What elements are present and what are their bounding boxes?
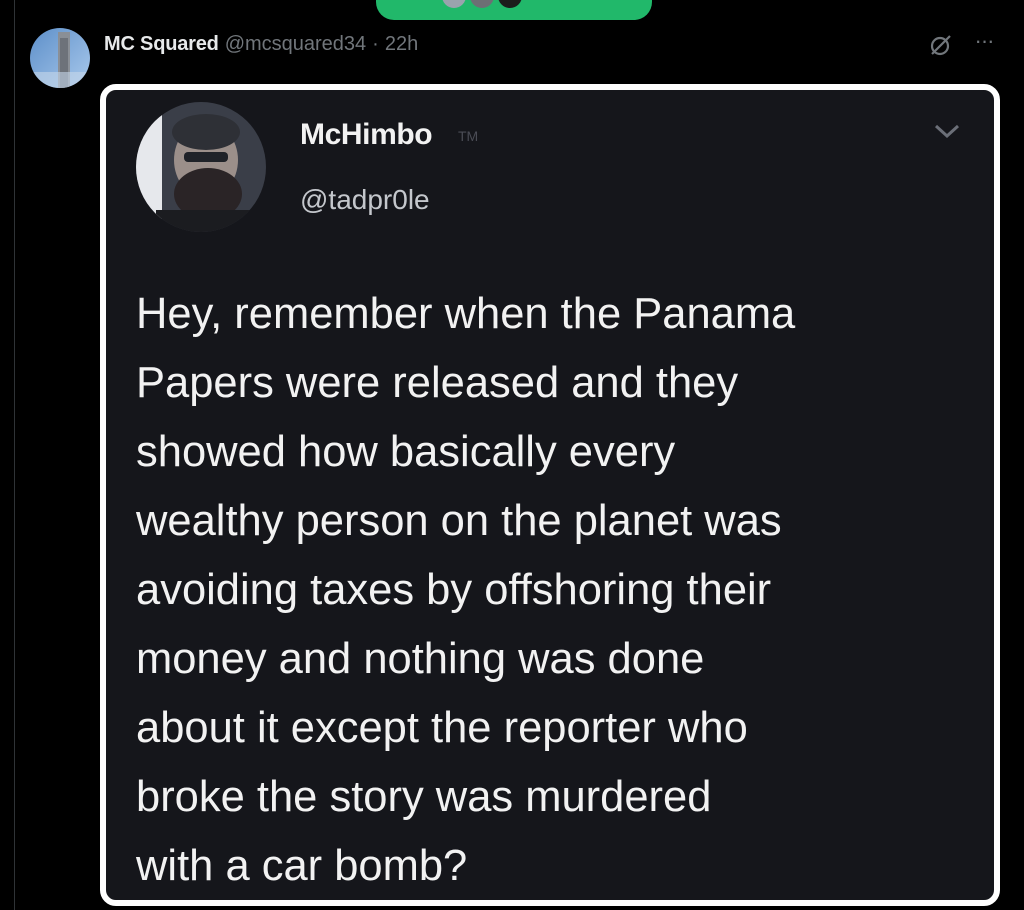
separator-dot: · <box>372 32 379 55</box>
tweet-text-line: about it except the reporter who <box>136 704 748 752</box>
author-handle[interactable]: @mcsquared34 <box>225 33 366 56</box>
tweet-text-line: avoiding taxes by offshoring their <box>136 566 772 614</box>
post-header: MC Squared @mcsquared34 · 22h <box>104 30 418 58</box>
embedded-avatar <box>136 102 266 232</box>
tweet-text-line: Hey, remember when the Panama <box>136 290 796 338</box>
embedded-author-handle: @tadpr0le <box>300 184 430 215</box>
pill-avatar <box>440 0 468 10</box>
post-timestamp[interactable]: 22h <box>385 33 418 56</box>
pill-avatar <box>468 0 496 10</box>
embedded-author-name: McHimbo <box>300 118 433 151</box>
embedded-name-suffix: TM <box>458 128 479 144</box>
new-posts-avatars <box>440 0 530 10</box>
tweet-text-line: money and nothing was done <box>136 635 705 683</box>
grok-icon[interactable] <box>928 32 954 58</box>
media-image[interactable]: McHimbo TM @tadpr0le Hey, remember when … <box>100 84 1000 906</box>
tweet-text-line: with a car bomb? <box>136 842 468 890</box>
author-avatar[interactable] <box>30 28 90 88</box>
chevron-down-icon <box>932 120 962 142</box>
embedded-tweet-text: Hey, remember when the Panama Papers wer… <box>136 280 976 900</box>
tweet-text-line: showed how basically every <box>136 428 676 476</box>
tweet-text-line: Papers were released and they <box>136 359 739 407</box>
new-posts-pill[interactable] <box>376 0 652 20</box>
author-name[interactable]: MC Squared <box>104 33 219 56</box>
pill-avatar <box>496 0 524 10</box>
timeline-border <box>14 0 15 910</box>
more-options-icon[interactable]: ··· <box>972 30 996 56</box>
tweet-text-line: broke the story was murdered <box>136 773 712 821</box>
tweet-text-line: wealthy person on the planet was <box>136 497 782 545</box>
